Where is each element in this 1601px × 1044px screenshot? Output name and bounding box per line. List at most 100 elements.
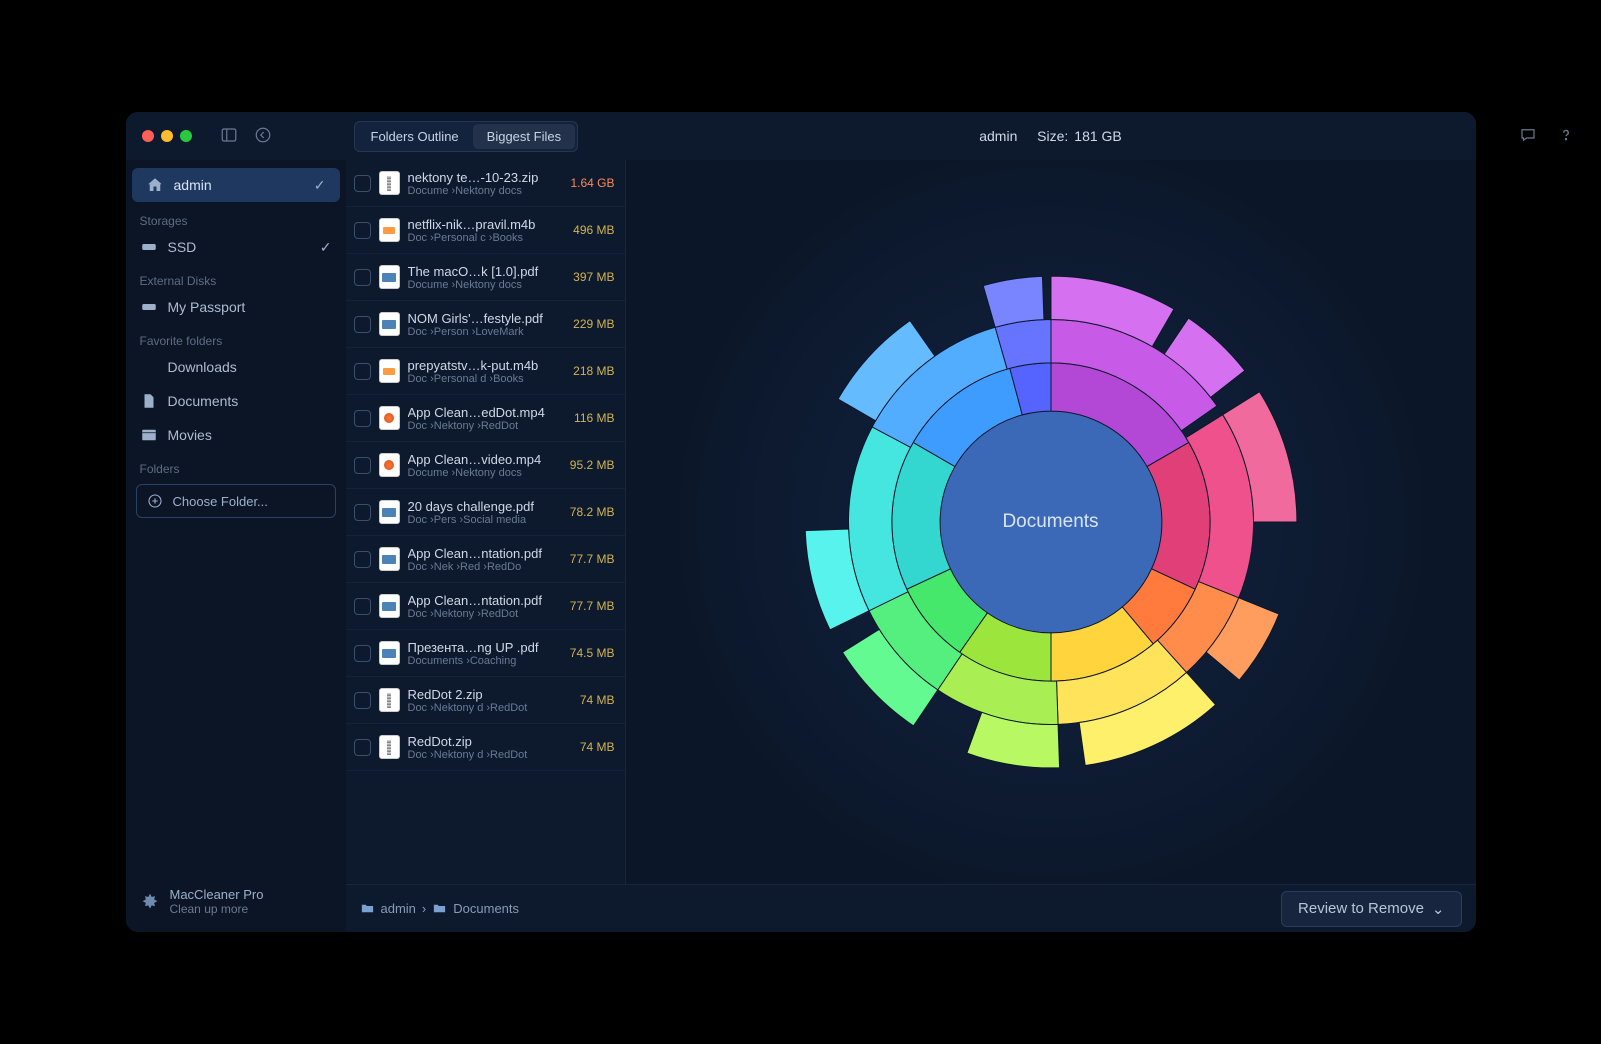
file-path: Doc ›Nektony d ›RedDot [408,702,552,714]
review-to-remove-button[interactable]: Review to Remove ⌄ [1281,891,1461,927]
file-checkbox[interactable] [354,363,371,380]
file-row[interactable]: RedDot 2.zip Doc ›Nektony d ›RedDot 74 M… [346,677,625,724]
check-icon: ✓ [314,177,326,194]
sidebar-home-label: admin [174,177,212,193]
minimize-window[interactable] [161,130,173,142]
file-name: netflix-nik…pravil.m4b [408,217,552,232]
file-size: 496 MB [560,223,615,237]
file-size: 74 MB [560,693,615,707]
sidebar-fav-downloads[interactable]: Downloads [126,350,346,384]
file-row[interactable]: NOM Girls'…festyle.pdf Doc ›Person ›Love… [346,301,625,348]
file-checkbox[interactable] [354,269,371,286]
file-row[interactable]: netflix-nik…pravil.m4b Doc ›Personal c ›… [346,207,625,254]
file-name: nektony te…-10-23.zip [408,170,552,185]
file-path: Doc ›Nektony ›RedDot [408,420,552,432]
file-path: Documents ›Coaching [408,655,552,667]
file-size: 1.64 GB [560,176,615,190]
file-row[interactable]: The macO…k [1.0].pdf Docume ›Nektony doc… [346,254,625,301]
sidebar-home[interactable]: admin ✓ [132,168,340,202]
file-size: 78.2 MB [560,505,615,519]
file-name: RedDot 2.zip [408,687,552,702]
file-name: The macO…k [1.0].pdf [408,264,552,279]
file-name: App Clean…ntation.pdf [408,546,552,561]
file-path: Doc ›Person ›LoveMark [408,326,552,338]
sunburst-pane[interactable]: Documents [626,160,1476,884]
maximize-window[interactable] [180,130,192,142]
file-size: 95.2 MB [560,458,615,472]
file-name: App Clean…video.mp4 [408,452,552,467]
file-checkbox[interactable] [354,739,371,756]
file-row[interactable]: prepyatstv…k-put.m4b Doc ›Personal d ›Bo… [346,348,625,395]
sidebar-storage-ssd[interactable]: SSD ✓ [126,230,346,264]
file-thumb-icon [379,688,400,712]
file-thumb-icon [379,406,400,430]
file-row[interactable]: Презента…ng UP .pdf Documents ›Coaching … [346,630,625,677]
file-name: prepyatstv…k-put.m4b [408,358,552,373]
app-window: Folders Outline Biggest Files admin Size… [126,112,1476,932]
file-size: 74.5 MB [560,646,615,660]
file-checkbox[interactable] [354,504,371,521]
back-icon[interactable] [254,126,272,147]
file-row[interactable]: App Clean…video.mp4 Docume ›Nektony docs… [346,442,625,489]
sunburst-center-label: Documents [1002,511,1098,533]
view-mode-tabs[interactable]: Folders Outline Biggest Files [354,121,579,152]
file-path: Doc ›Pers ›Social media [408,514,552,526]
file-row[interactable]: App Clean…ntation.pdf Doc ›Nektony ›RedD… [346,583,625,630]
file-size: 77.7 MB [560,552,615,566]
file-size: 74 MB [560,740,615,754]
traffic-lights[interactable] [126,130,192,142]
promo-sub: Clean up more [170,902,264,916]
file-checkbox[interactable] [354,692,371,709]
file-path: Docume ›Nektony docs [408,467,552,479]
choose-folder-button[interactable]: Choose Folder... [136,484,336,518]
file-name: NOM Girls'…festyle.pdf [408,311,552,326]
file-checkbox[interactable] [354,598,371,615]
file-thumb-icon [379,359,400,383]
section-storages: Storages [126,204,346,230]
file-size: 218 MB [560,364,615,378]
tab-biggest-files[interactable]: Biggest Files [473,124,575,149]
file-name: RedDot.zip [408,734,552,749]
file-row[interactable]: App Clean…edDot.mp4 Doc ›Nektony ›RedDot… [346,395,625,442]
promo-title: MacCleaner Pro [170,887,264,902]
file-path: Doc ›Personal d ›Books [408,373,552,385]
file-row[interactable]: 20 days challenge.pdf Doc ›Pers ›Social … [346,489,625,536]
file-checkbox[interactable] [354,645,371,662]
sidebar-fav-documents[interactable]: Documents [126,384,346,418]
file-checkbox[interactable] [354,457,371,474]
file-checkbox[interactable] [354,222,371,239]
file-row[interactable]: RedDot.zip Doc ›Nektony d ›RedDot 74 MB [346,724,625,771]
file-path: Doc ›Nektony d ›RedDot [408,749,552,761]
file-row[interactable]: App Clean…ntation.pdf Doc ›Nek ›Red ›Red… [346,536,625,583]
file-checkbox[interactable] [354,175,371,192]
file-thumb-icon [379,547,400,571]
file-path: Doc ›Personal c ›Books [408,232,552,244]
file-name: 20 days challenge.pdf [408,499,552,514]
file-path: Doc ›Nektony ›RedDot [408,608,552,620]
file-checkbox[interactable] [354,551,371,568]
file-size: 397 MB [560,270,615,284]
file-thumb-icon [379,500,400,524]
sidebar-toggle-icon[interactable] [220,126,238,147]
file-checkbox[interactable] [354,316,371,333]
sidebar: admin ✓ Storages SSD ✓ External Disks My… [126,160,346,932]
file-list[interactable]: nektony te…-10-23.zip Docume ›Nektony do… [346,160,626,884]
check-icon: ✓ [320,239,332,256]
tab-folders-outline[interactable]: Folders Outline [357,124,473,149]
sidebar-fav-movies[interactable]: Movies [126,418,346,452]
promo-maccleaner[interactable]: MacCleaner Pro Clean up more [126,875,346,932]
file-thumb-icon [379,594,400,618]
file-name: App Clean…edDot.mp4 [408,405,552,420]
close-window[interactable] [142,130,154,142]
file-row[interactable]: nektony te…-10-23.zip Docume ›Nektony do… [346,160,625,207]
sidebar-external-passport[interactable]: My Passport [126,290,346,324]
file-checkbox[interactable] [354,410,371,427]
bottom-bar: admin › Documents Review to Remove ⌄ [346,884,1476,932]
file-size: 116 MB [560,411,615,425]
file-thumb-icon [379,171,400,195]
section-favorites: Favorite folders [126,324,346,350]
file-size: 77.7 MB [560,599,615,613]
breadcrumb[interactable]: admin › Documents [360,901,520,916]
file-path: Doc ›Nek ›Red ›RedDo [408,561,552,573]
file-thumb-icon [379,641,400,665]
